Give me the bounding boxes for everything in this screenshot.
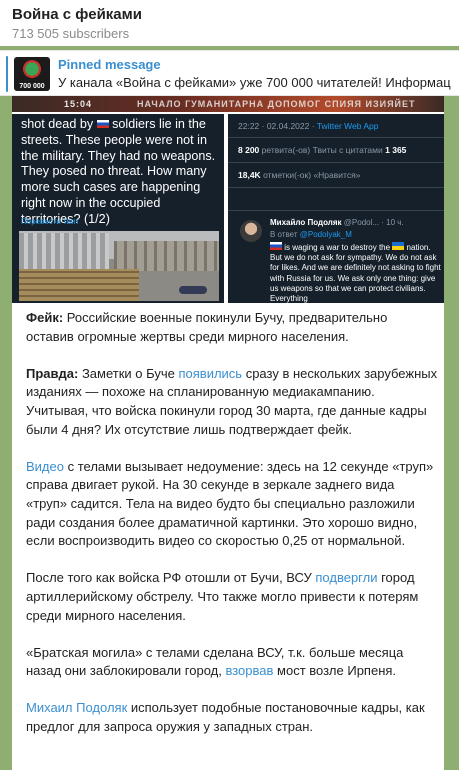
tweet-screenshot-left: shot dead by soldiers lie in the streets… <box>12 114 224 303</box>
message-media[interactable]: 15:04 НАЧАЛО ГУМАНИТАРНА ДОПОМОГ СПИЯЯ И… <box>12 96 444 303</box>
paragraph-fake: Фейк: Российские военные покинули Бучу, … <box>26 310 388 344</box>
paragraph-grave: «Братская могила» с телами сделана ВСУ, … <box>26 644 404 679</box>
ukraine-flag-icon <box>392 242 405 250</box>
channel-header[interactable]: Война с фейками 713 505 subscribers <box>0 0 459 46</box>
paragraph-video: Видео с телами вызывает недоумение: здес… <box>26 458 434 549</box>
reply-to: В ответ @Podolyak_M <box>270 230 352 239</box>
pinned-text: У канала «Война с фейками» уже 700 000 ч… <box>58 75 451 90</box>
link-blew-up[interactable]: взорвав <box>225 663 273 678</box>
banner-text: НАЧАЛО ГУМАНИТАРНА ДОПОМОГ СПИЯЯ ИЗИЯЙЕТ <box>137 99 416 109</box>
link-shelled[interactable]: подвергли <box>315 570 377 585</box>
paragraph-truth: Правда: Заметки о Буче появились сразу в… <box>26 365 438 437</box>
link-video[interactable]: Видео <box>26 459 64 474</box>
reply-text: is waging a war to destroy the nation. B… <box>270 242 441 303</box>
tweet-screenshot-right: 22:22 · 02.04.2022 · Twitter Web App 8 2… <box>228 114 444 303</box>
pinned-label: Pinned message <box>58 57 161 72</box>
message-bubble: 15:04 НАЧАЛО ГУМАНИТАРНА ДОПОМОГ СПИЯЯ И… <box>12 96 444 770</box>
message-text: Фейк: Российские военные покинули Бучу, … <box>26 309 438 755</box>
tweet-stats-retweets: 8 200 ретвита(-ов) Твиты с цитатами 1 36… <box>238 145 407 155</box>
banner-time: 15:04 <box>64 99 93 109</box>
pinned-message-bar[interactable]: 700 000 Pinned message У канала «Война с… <box>0 50 459 96</box>
tweet-text: shot dead by soldiers lie in the streets… <box>21 117 216 226</box>
channel-title: Война с фейками <box>12 6 142 23</box>
tweet-meta: 22:22 · 02.04.2022 · Twitter Web App <box>238 121 379 131</box>
avatar <box>240 220 262 242</box>
tweet-stats-likes: 18,4K отметки(-ок) «Нравится» <box>238 170 361 180</box>
thumbnail-caption: 700 000 <box>19 83 45 90</box>
link-podolyak[interactable]: Михаил Подоляк <box>26 700 127 715</box>
paragraph-shelling: После того как войска РФ отошли от Бучи,… <box>26 570 419 623</box>
pinned-indicator <box>6 56 8 92</box>
street-photo <box>19 231 219 301</box>
subscriber-count: 713 505 subscribers <box>12 26 130 41</box>
logo-icon <box>22 60 42 80</box>
russia-flag-icon <box>96 120 109 128</box>
link-appeared[interactable]: появились <box>178 366 242 381</box>
reply-author: Михайло Подоляк @Podol... · 10 ч. <box>270 218 404 227</box>
video-banner: 15:04 НАЧАЛО ГУМАНИТАРНА ДОПОМОГ СПИЯЯ И… <box>12 96 444 112</box>
translate-link: Перевести твит <box>21 217 80 226</box>
paragraph-podolyak: Михаил Подоляк использует подобные поста… <box>26 700 425 735</box>
russia-flag-icon <box>270 242 282 250</box>
pinned-thumbnail: 700 000 <box>14 57 50 91</box>
